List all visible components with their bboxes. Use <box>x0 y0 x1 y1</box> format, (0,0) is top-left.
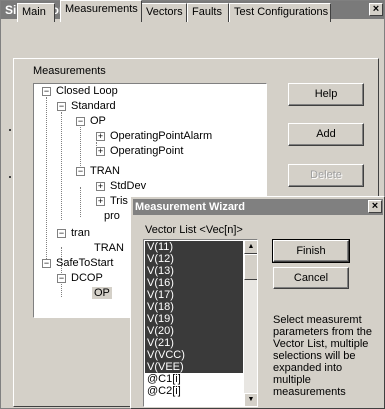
add-button[interactable]: Add <box>288 123 364 146</box>
collapse-icon[interactable]: − <box>42 87 51 96</box>
list-item[interactable]: V(VCC) <box>145 349 243 361</box>
collapse-icon[interactable]: − <box>76 167 85 176</box>
window-close-button[interactable]: × <box>369 3 383 16</box>
arrow-up-icon: ▲ <box>247 243 255 250</box>
tab-measurements[interactable]: Measurements <box>60 0 142 22</box>
tab-main[interactable]: Main <box>17 3 55 22</box>
finish-button[interactable]: Finish <box>272 239 350 263</box>
cancel-button[interactable]: Cancel <box>273 267 349 289</box>
vector-list-scrollbar[interactable]: ▲ ▼ <box>244 240 257 406</box>
wizard-close-button[interactable]: × <box>368 200 382 213</box>
collapse-icon[interactable]: − <box>57 274 66 283</box>
collapse-icon[interactable]: − <box>57 229 66 238</box>
vector-listbox[interactable]: V(11) V(12) V(13) V(16) V(17) V(18) V(19… <box>143 239 258 407</box>
collapse-icon[interactable]: − <box>76 117 85 126</box>
tab-vectors[interactable]: Vectors <box>141 3 187 22</box>
list-item[interactable]: V(16) <box>145 277 243 289</box>
collapse-icon[interactable]: − <box>42 259 51 268</box>
tree-node-op-selected[interactable]: OP <box>92 286 112 301</box>
scroll-down-button[interactable]: ▼ <box>244 393 257 406</box>
delete-button[interactable]: Delete <box>288 164 364 187</box>
edge-mark <box>9 129 11 131</box>
expand-icon[interactable]: + <box>96 147 105 156</box>
list-item[interactable]: V(12) <box>145 253 243 265</box>
measurements-group-label: Measurements <box>33 65 106 77</box>
list-item[interactable]: @C1[i] <box>145 373 243 385</box>
wizard-titlebar[interactable]: Measurement Wizard <box>133 199 383 215</box>
vector-list-label: Vector List <Vec[n]> <box>145 224 243 236</box>
list-item[interactable]: @C2[i] <box>145 385 243 397</box>
list-item[interactable]: V(21) <box>145 337 243 349</box>
list-item[interactable]: V(19) <box>145 313 243 325</box>
help-button[interactable]: Help <box>288 83 364 106</box>
tab-test-configurations[interactable]: Test Configurations <box>229 3 331 22</box>
measurement-wizard-dialog: Measurement Wizard × Vector List <Vec[n]… <box>130 196 385 409</box>
tree-line <box>61 112 62 220</box>
tree-line <box>80 187 81 217</box>
wizard-title: Measurement Wizard <box>135 201 245 213</box>
expand-icon[interactable]: + <box>96 182 105 191</box>
tab-faults[interactable]: Faults <box>187 3 229 22</box>
list-item[interactable]: V(17) <box>145 289 243 301</box>
wizard-help-text: Select measuremt parameters from the Vec… <box>273 314 373 398</box>
scroll-thumb[interactable] <box>244 254 257 280</box>
list-item[interactable]: V(13) <box>145 265 243 277</box>
close-icon: × <box>372 3 380 15</box>
tree-line <box>46 97 47 265</box>
expand-icon[interactable]: + <box>96 132 105 141</box>
collapse-icon[interactable]: − <box>57 102 66 111</box>
list-item[interactable]: V(11) <box>145 241 243 253</box>
close-icon: × <box>371 200 379 212</box>
scroll-up-button[interactable]: ▲ <box>244 240 257 254</box>
arrow-down-icon: ▼ <box>247 396 255 403</box>
list-item[interactable]: V(18) <box>145 301 243 313</box>
expand-icon[interactable]: + <box>96 197 105 206</box>
list-item[interactable]: V(VEE) <box>145 361 243 373</box>
list-item[interactable]: V(20) <box>145 325 243 337</box>
edge-mark <box>9 176 11 178</box>
